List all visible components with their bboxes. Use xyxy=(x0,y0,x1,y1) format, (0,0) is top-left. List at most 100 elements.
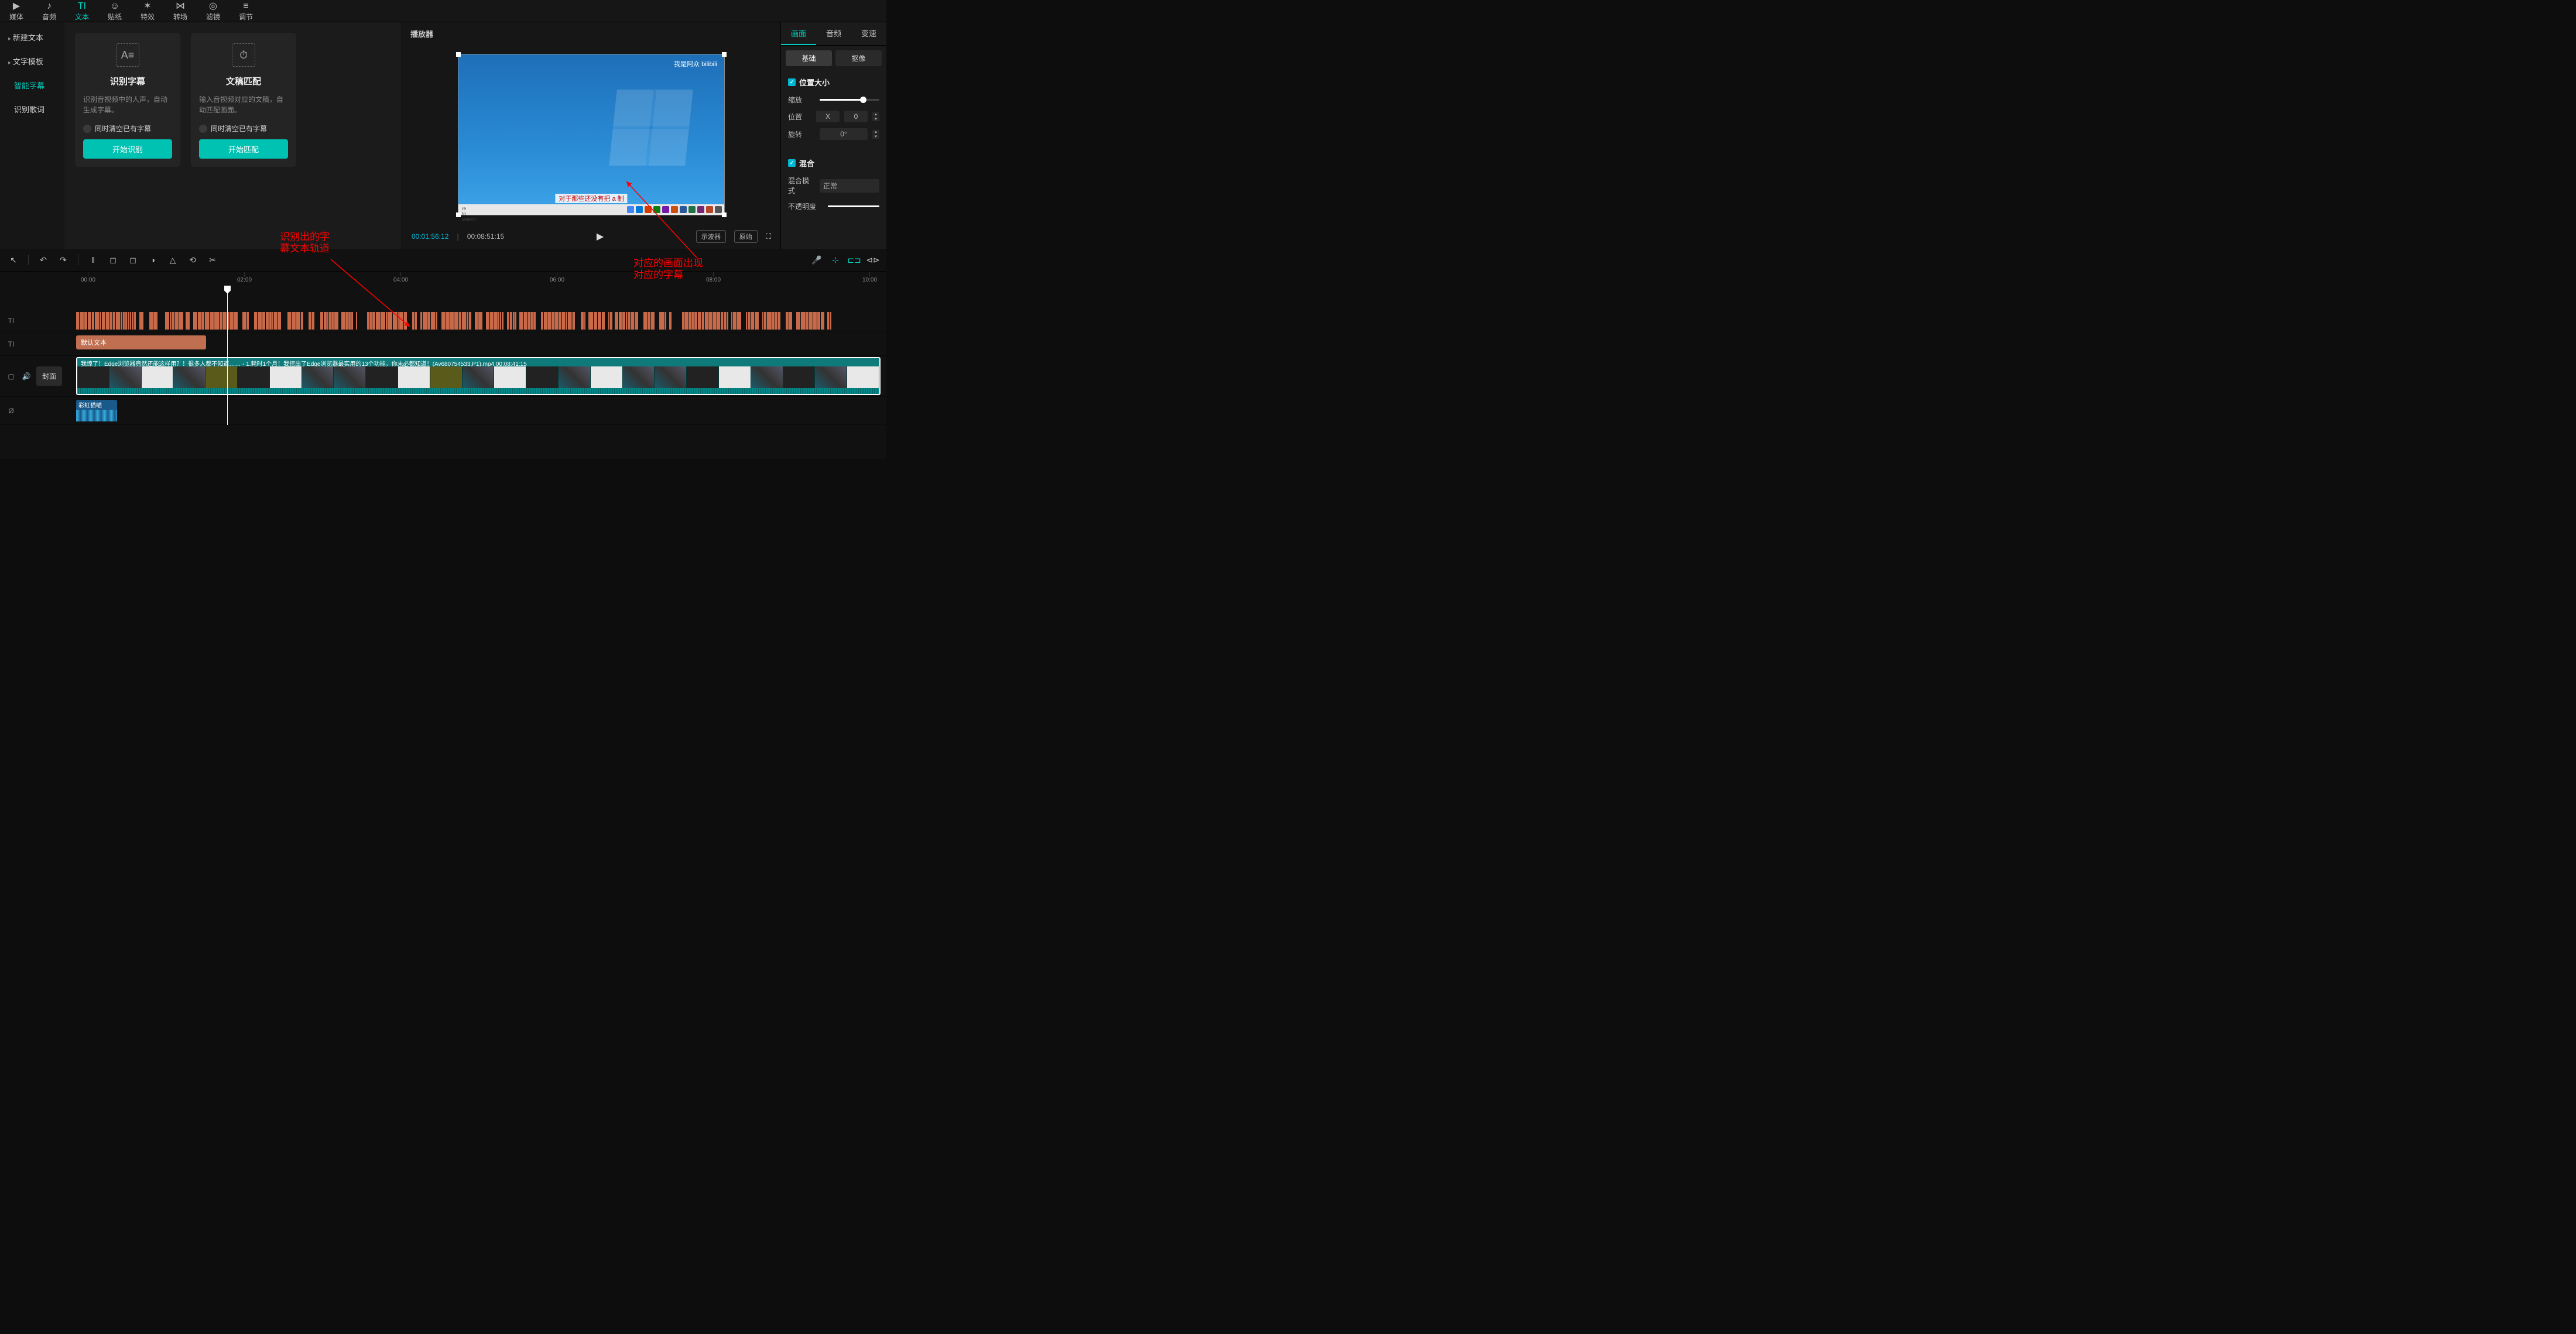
magnet-button[interactable]: ⊲⊳ xyxy=(865,252,881,268)
blend-mode-select[interactable]: 正常 xyxy=(820,179,879,193)
text-track[interactable]: TI 默认文本 xyxy=(0,332,886,356)
scope-button[interactable]: 示波器 xyxy=(696,230,726,243)
subtab-basic[interactable]: 基础 xyxy=(786,50,832,66)
subtitle-track[interactable]: TI xyxy=(0,309,886,332)
checkbox-icon xyxy=(199,125,207,133)
playhead[interactable] xyxy=(227,286,228,425)
tab-text[interactable]: TI文本 xyxy=(66,0,98,22)
mic-button[interactable]: 🎤 xyxy=(809,252,824,268)
original-button[interactable]: 原始 xyxy=(734,230,758,243)
inspector-subtabs: 基础 抠像 xyxy=(781,46,886,71)
rotation-spinner[interactable]: ▴▾ xyxy=(872,130,879,139)
player-stage[interactable]: 我是阿众 bilibili 对于那些还没有把 a 制 re to search xyxy=(402,45,780,224)
checkbox-clear-subs[interactable]: 同时清空已有字幕 xyxy=(199,124,288,133)
sidebar-item-text-template[interactable]: 文字模板 xyxy=(5,51,60,71)
tab-effects[interactable]: ✶特效 xyxy=(131,0,164,22)
delete-right-tool[interactable]: ◻ xyxy=(125,252,141,268)
text-icon: TI xyxy=(66,1,98,12)
watermark-text: 我是阿众 bilibili xyxy=(674,59,717,68)
crop-tool[interactable]: ✂ xyxy=(205,252,220,268)
top-toolbar: ▶媒体 ♪音频 TI文本 ☺贴纸 ✶特效 ⋈转场 ◎滤镜 ≡调节 xyxy=(0,0,886,22)
split-tool[interactable]: ‖ xyxy=(85,252,101,268)
blend-mode-label: 混合模式 xyxy=(788,176,815,196)
section-title: 混合 xyxy=(799,157,814,169)
video-waveform xyxy=(77,388,879,394)
timeline-toolbar: ↖ ↶ ↷ ‖ ◻ ◻ ◑ △ ⟲ ✂ 🎤 ⊹ ⊏⊐ ⊲⊳ xyxy=(0,249,886,272)
position-x-label: X xyxy=(816,111,840,122)
check-icon[interactable]: ✓ xyxy=(788,159,796,167)
taskbar: re to search xyxy=(458,204,724,215)
left-sidebar: 新建文本 文字模板 智能字幕 识别歌词 xyxy=(0,22,64,249)
start-match-button[interactable]: 开始匹配 xyxy=(199,139,288,159)
windows-logo-icon xyxy=(609,90,693,166)
play-button[interactable]: ▶ xyxy=(597,231,604,242)
auto-snap-button[interactable]: ⊹ xyxy=(828,252,843,268)
mute-track-icon[interactable]: 🔊 xyxy=(21,372,32,380)
resize-handle[interactable] xyxy=(722,52,727,57)
opacity-slider[interactable] xyxy=(828,205,879,207)
timeline-ruler[interactable]: 00:0002:0004:0006:0008:0010:00 xyxy=(0,272,886,286)
tab-audio[interactable]: ♪音频 xyxy=(33,0,66,22)
video-track-icon[interactable]: ▢ xyxy=(6,372,16,380)
card-transcript-match: ⏱ 文稿匹配 输入音视频对应的文稿，自动匹配画面。 同时清空已有字幕 开始匹配 xyxy=(191,33,296,167)
transition-icon: ⋈ xyxy=(164,1,197,12)
inspector-tabs: 画面 音频 变速 xyxy=(781,22,886,46)
sidebar-item-smart-subtitle[interactable]: 智能字幕 xyxy=(5,75,60,95)
resize-handle[interactable] xyxy=(456,52,461,57)
opacity-label: 不透明度 xyxy=(788,201,823,211)
subtab-matting[interactable]: 抠像 xyxy=(835,50,882,66)
player-controls: 00:01:56:12 | 00:08:51:15 ▶ 示波器 原始 ⛶ xyxy=(402,224,780,249)
cover-button[interactable]: 封面 xyxy=(36,366,62,386)
tab-speed[interactable]: 变速 xyxy=(851,22,886,45)
video-thumbnails xyxy=(77,366,879,388)
preview-axis-button[interactable]: ⊏⊐ xyxy=(847,252,862,268)
total-duration: 00:08:51:15 xyxy=(467,232,504,241)
section-title: 位置大小 xyxy=(799,77,830,88)
scale-slider[interactable] xyxy=(820,99,879,101)
video-frame[interactable]: 我是阿众 bilibili 对于那些还没有把 a 制 re to search xyxy=(458,54,725,215)
position-x-value[interactable]: 0 xyxy=(844,111,868,122)
undo-button[interactable]: ↶ xyxy=(36,252,51,268)
video-content: 我是阿众 bilibili 对于那些还没有把 a 制 re to search xyxy=(458,54,724,215)
freeze-tool[interactable]: △ xyxy=(165,252,180,268)
sidebar-item-new-text[interactable]: 新建文本 xyxy=(5,27,60,47)
speed-tool[interactable]: ◑ xyxy=(145,252,160,268)
video-track[interactable]: ▢ 🔊 封面 我惊了！Edge浏览器竟然还能这样用？！很多人都不知道…… - 1… xyxy=(0,356,886,397)
resize-handle[interactable] xyxy=(456,212,461,217)
position-spinner[interactable]: ▴▾ xyxy=(872,112,879,121)
cards-area: A≡ 识别字幕 识别音视频中的人声，自动生成字幕。 同时清空已有字幕 开始识别 … xyxy=(64,22,402,249)
sidebar-item-lyrics[interactable]: 识别歌词 xyxy=(5,99,60,119)
start-recognize-button[interactable]: 开始识别 xyxy=(83,139,172,159)
audio-clip[interactable]: 彩虹猫喵 xyxy=(76,400,117,421)
filter-icon: ◎ xyxy=(197,1,229,12)
rotation-value[interactable]: 0° xyxy=(820,128,868,140)
tab-picture[interactable]: 画面 xyxy=(781,22,816,45)
tab-adjust[interactable]: ≡调节 xyxy=(229,0,262,22)
reverse-tool[interactable]: ⟲ xyxy=(185,252,200,268)
text-clip[interactable]: 默认文本 xyxy=(76,335,206,349)
tab-media[interactable]: ▶媒体 xyxy=(0,0,33,22)
cursor-tool[interactable]: ↖ xyxy=(6,252,21,268)
audio-clip-name: 彩虹猫喵 xyxy=(76,400,117,410)
subtitle-clips[interactable] xyxy=(76,312,886,330)
check-icon[interactable]: ✓ xyxy=(788,78,796,86)
delete-left-tool[interactable]: ◻ xyxy=(105,252,121,268)
scale-label: 缩放 xyxy=(788,95,815,105)
player-title: 播放器 xyxy=(402,22,780,45)
audio-track[interactable]: Ø 彩虹猫喵 xyxy=(0,397,886,425)
video-clip[interactable]: 我惊了！Edge浏览器竟然还能这样用？！很多人都不知道…… - 1.耗时1个月！… xyxy=(76,357,881,395)
rotation-label: 旋转 xyxy=(788,129,815,139)
audio-waveform xyxy=(76,410,117,421)
tab-filter[interactable]: ◎滤镜 xyxy=(197,0,229,22)
audio-track-icon[interactable]: Ø xyxy=(6,407,16,415)
fullscreen-button[interactable]: ⛶ xyxy=(766,232,771,241)
timeline-tracks: TI TI 默认文本 ▢ 🔊 封面 我惊了！Edge浏览器竟然还能这样用？！很多… xyxy=(0,286,886,425)
redo-button[interactable]: ↷ xyxy=(56,252,71,268)
tab-transition[interactable]: ⋈转场 xyxy=(164,0,197,22)
checkbox-clear-subs[interactable]: 同时清空已有字幕 xyxy=(83,124,172,133)
sticker-icon: ☺ xyxy=(98,1,131,12)
tab-audio-prop[interactable]: 音频 xyxy=(816,22,851,45)
resize-handle[interactable] xyxy=(722,212,727,217)
inspector-panel: 画面 音频 变速 基础 抠像 ✓位置大小 缩放 位置X0▴▾ 旋转0°▴▾ ✓混… xyxy=(781,22,886,249)
tab-sticker[interactable]: ☺贴纸 xyxy=(98,0,131,22)
